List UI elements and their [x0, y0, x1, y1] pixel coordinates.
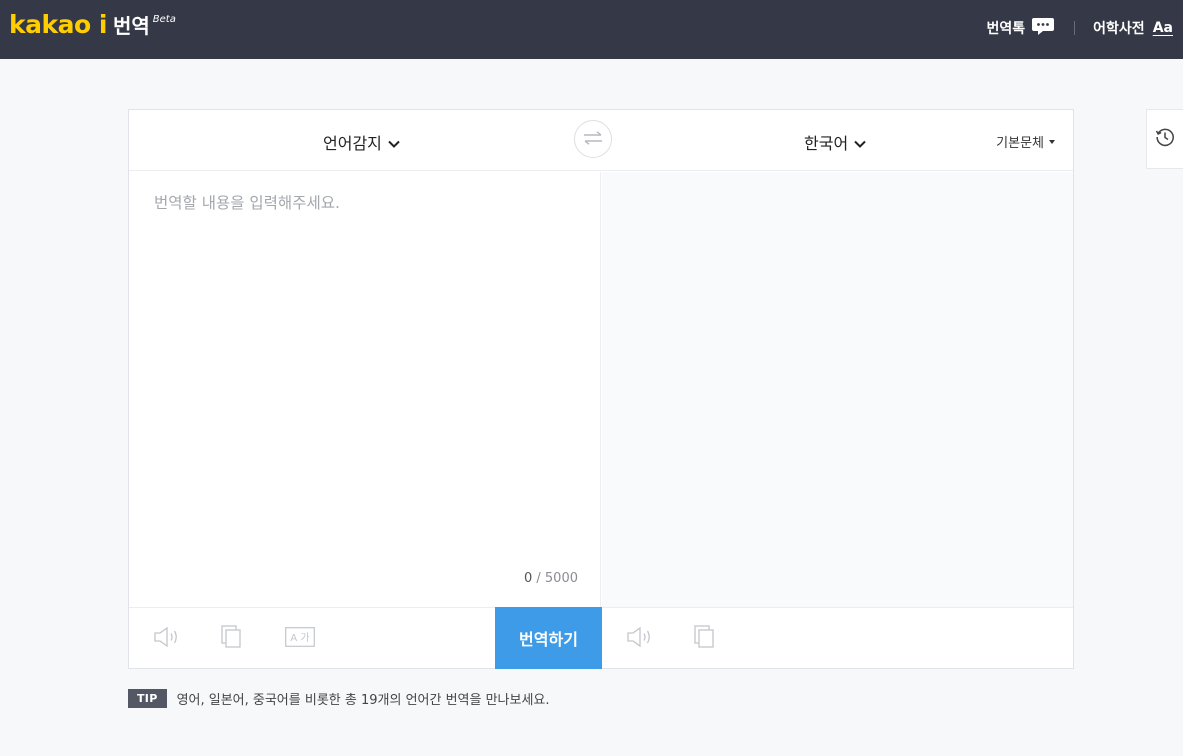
- copy-icon: [693, 625, 715, 653]
- font-style-select[interactable]: 기본문체: [996, 132, 1055, 151]
- font-style-label: 기본문체: [996, 136, 1044, 151]
- tip-bar: TIP 영어, 일본어, 중국어를 비롯한 총 19개의 언어간 번역을 만나보…: [128, 689, 550, 708]
- translate-button[interactable]: 번역하기: [495, 607, 602, 669]
- character-limit: / 5000: [536, 571, 578, 586]
- beta-label: Beta: [152, 14, 176, 25]
- source-language-select[interactable]: 언어감지: [323, 130, 400, 154]
- target-language-select[interactable]: 한국어: [804, 130, 866, 154]
- character-counter: 0 / 5000: [524, 571, 578, 586]
- chevron-down-icon: [848, 133, 866, 152]
- caret-down-icon: [1049, 139, 1055, 144]
- copy-icon: [220, 625, 242, 653]
- clock-history-icon: [1155, 127, 1175, 151]
- translation-result-area: [602, 172, 1073, 607]
- tip-text: 영어, 일본어, 중국어를 비롯한 총 19개의 언어간 번역을 만나보세요.: [176, 693, 550, 708]
- character-count: 0: [523, 571, 533, 586]
- speech-bubble-icon: [1025, 16, 1055, 40]
- font-size-button[interactable]: A 가: [283, 625, 317, 653]
- source-copy-button[interactable]: [215, 625, 247, 653]
- source-text-area: 0 / 5000: [129, 172, 601, 607]
- source-language-label: 언어감지: [323, 134, 382, 153]
- language-bar: 언어감지 한국어 기본문체: [129, 110, 1073, 171]
- history-tab[interactable]: [1146, 109, 1183, 169]
- target-copy-button[interactable]: [688, 625, 720, 653]
- font-size-icon-label: A 가: [290, 632, 309, 644]
- swap-languages-button[interactable]: [574, 120, 612, 158]
- nav-dictionary[interactable]: 어학사전 Aa: [1093, 18, 1173, 38]
- aa-dictionary-icon: Aa: [1152, 20, 1173, 36]
- speaker-icon: [153, 626, 181, 652]
- source-text-input[interactable]: [129, 172, 601, 607]
- tip-badge: TIP: [128, 689, 167, 708]
- speaker-icon: [626, 626, 654, 652]
- top-nav: 번역톡 어학사전 Aa: [987, 16, 1173, 40]
- logo-service-name: 번역: [112, 14, 150, 38]
- font-size-icon: A 가: [285, 627, 315, 651]
- logo-kakao-i: kakao i: [9, 10, 107, 39]
- source-listen-button[interactable]: [151, 625, 183, 653]
- nav-translate-talk[interactable]: 번역톡: [987, 16, 1056, 40]
- target-language-label: 한국어: [804, 134, 849, 153]
- nav-divider: [1074, 21, 1076, 35]
- top-bar: kakao i 번역 Beta 번역톡 어학사전 Aa: [0, 0, 1183, 59]
- nav-translate-talk-label: 번역톡: [986, 21, 1026, 37]
- target-listen-button[interactable]: [624, 625, 656, 653]
- translator-panel: 언어감지 한국어 기본문체 0: [128, 109, 1074, 669]
- swap-arrows-icon: [583, 130, 603, 149]
- kakao-i-translate-logo[interactable]: kakao i 번역 Beta: [9, 10, 176, 39]
- action-bar: A 가 번역하기: [129, 607, 1073, 669]
- chevron-down-icon: [382, 133, 400, 152]
- nav-dictionary-label: 어학사전: [1093, 21, 1145, 37]
